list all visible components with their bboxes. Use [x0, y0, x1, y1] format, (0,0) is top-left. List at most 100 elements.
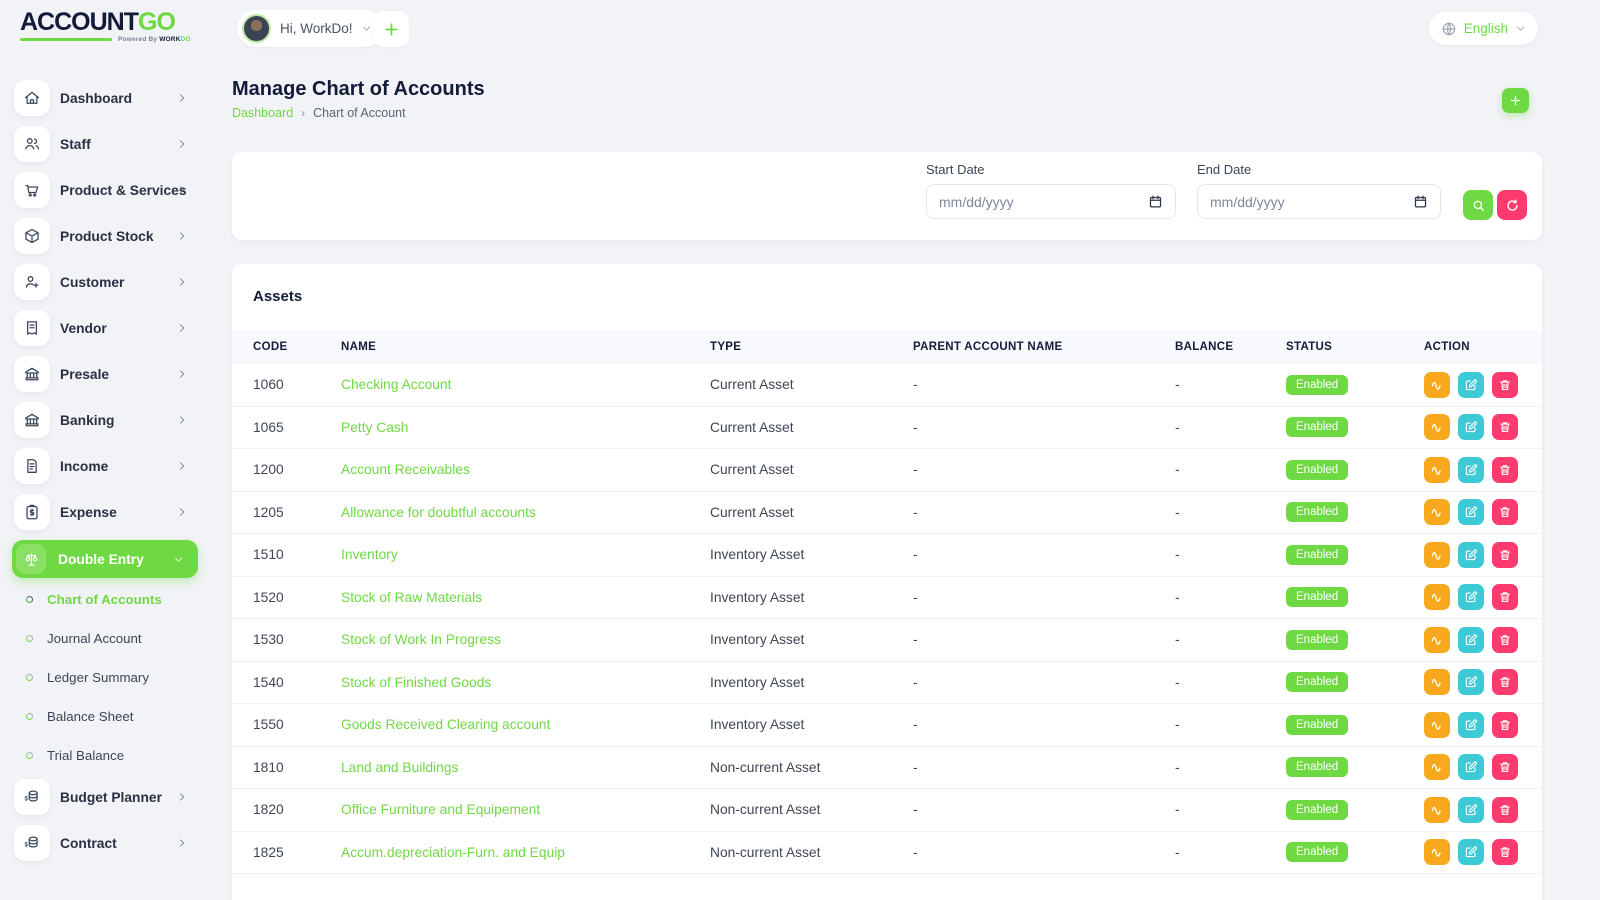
edit-button[interactable] [1458, 372, 1484, 398]
activity-wave-icon [1430, 845, 1444, 859]
edit-button[interactable] [1458, 754, 1484, 780]
transactions-button[interactable] [1424, 797, 1450, 823]
parent-account-name: - [913, 632, 1175, 647]
sidebar-item-dashboard[interactable]: Dashboard [14, 80, 212, 116]
account-name-link[interactable]: Stock of Work In Progress [341, 632, 710, 647]
language-selector[interactable]: English [1429, 12, 1538, 45]
sidebar-subitem-trial-balance[interactable]: Trial Balance [26, 740, 212, 770]
account-code: 1820 [253, 802, 341, 817]
account-name-link[interactable]: Petty Cash [341, 420, 710, 435]
logo-underline [20, 38, 112, 41]
edit-button[interactable] [1458, 797, 1484, 823]
account-name-link[interactable]: Inventory [341, 547, 710, 562]
edit-button[interactable] [1458, 584, 1484, 610]
transactions-button[interactable] [1424, 627, 1450, 653]
trash-icon [1498, 590, 1512, 604]
transactions-button[interactable] [1424, 457, 1450, 483]
filter-panel: Start Date mm/dd/yyyy End Date mm/dd/yyy… [232, 152, 1542, 240]
edit-button[interactable] [1458, 414, 1484, 440]
start-date-input[interactable]: mm/dd/yyyy [926, 184, 1176, 219]
delete-button[interactable] [1492, 627, 1518, 653]
sidebar-subitem-journal-account[interactable]: Journal Account [26, 623, 212, 653]
delete-button[interactable] [1492, 542, 1518, 568]
edit-button[interactable] [1458, 839, 1484, 865]
reset-button[interactable] [1497, 190, 1527, 220]
delete-button[interactable] [1492, 414, 1518, 440]
account-name-link[interactable]: Allowance for doubtful accounts [341, 505, 710, 520]
brand-logo[interactable]: ACCOUNTGO Powered By WORKDO [20, 9, 190, 43]
edit-button[interactable] [1458, 627, 1484, 653]
account-name-link[interactable]: Goods Received Clearing account [341, 717, 710, 732]
account-balance: - [1175, 717, 1286, 732]
transactions-button[interactable] [1424, 754, 1450, 780]
sidebar-item-product-stock[interactable]: Product Stock [14, 218, 212, 254]
delete-button[interactable] [1492, 457, 1518, 483]
parent-account-name: - [913, 420, 1175, 435]
row-actions [1424, 754, 1542, 780]
delete-button[interactable] [1492, 797, 1518, 823]
edit-button[interactable] [1458, 542, 1484, 568]
assets-table-body: 1060 Checking Account Current Asset - - … [232, 364, 1542, 874]
chevron-right-icon [177, 415, 187, 425]
edit-button[interactable] [1458, 669, 1484, 695]
account-name-link[interactable]: Land and Buildings [341, 760, 710, 775]
table-row: 1200 Account Receivables Current Asset -… [232, 449, 1542, 492]
activity-wave-icon [1430, 505, 1444, 519]
sidebar-item-product-services[interactable]: Product & Services [14, 172, 212, 208]
sidebar-item-customer[interactable]: Customer [14, 264, 212, 300]
sidebar-item-presale[interactable]: Presale [14, 356, 212, 392]
search-button[interactable] [1463, 190, 1493, 220]
sidebar-item-budget-planner[interactable]: $ Budget Planner [14, 779, 212, 815]
account-name-link[interactable]: Accum.depreciation-Furn. and Equip [341, 845, 710, 860]
edit-button[interactable] [1458, 499, 1484, 525]
delete-button[interactable] [1492, 499, 1518, 525]
sidebar-item-expense[interactable]: Expense [14, 494, 212, 530]
sidebar-item-banking[interactable]: Banking [14, 402, 212, 438]
account-name-link[interactable]: Account Receivables [341, 462, 710, 477]
transactions-button[interactable] [1424, 499, 1450, 525]
status-badge: Enabled [1286, 417, 1348, 437]
calendar-icon[interactable] [1148, 194, 1163, 209]
transactions-button[interactable] [1424, 712, 1450, 738]
account-name-link[interactable]: Stock of Raw Materials [341, 590, 710, 605]
transactions-button[interactable] [1424, 542, 1450, 568]
account-name-link[interactable]: Office Furniture and Equipement [341, 802, 710, 817]
delete-button[interactable] [1492, 669, 1518, 695]
chevron-right-icon [177, 139, 187, 149]
end-date-input[interactable]: mm/dd/yyyy [1197, 184, 1441, 219]
delete-button[interactable] [1492, 754, 1518, 780]
delete-button[interactable] [1492, 839, 1518, 865]
sidebar-subitem-balance-sheet[interactable]: Balance Sheet [26, 701, 212, 731]
sidebar-item-vendor[interactable]: Vendor [14, 310, 212, 346]
sidebar-subitem-chart-of-accounts[interactable]: Chart of Accounts [26, 584, 212, 614]
delete-button[interactable] [1492, 712, 1518, 738]
delete-button[interactable] [1492, 584, 1518, 610]
sidebar-item-income[interactable]: Income [14, 448, 212, 484]
account-type: Non-current Asset [710, 802, 913, 817]
parent-account-name: - [913, 717, 1175, 732]
edit-button[interactable] [1458, 457, 1484, 483]
calendar-icon[interactable] [1413, 194, 1428, 209]
breadcrumb-dashboard-link[interactable]: Dashboard [232, 106, 293, 120]
sidebar-item-staff[interactable]: Staff [14, 126, 212, 162]
transactions-button[interactable] [1424, 839, 1450, 865]
user-menu[interactable]: Hi, WorkDo! [237, 10, 384, 47]
sidebar-item-double-entry[interactable]: Double Entry [12, 540, 198, 578]
create-account-button[interactable] [1502, 88, 1529, 113]
edit-button[interactable] [1458, 712, 1484, 738]
account-name-link[interactable]: Checking Account [341, 377, 710, 392]
transactions-button[interactable] [1424, 372, 1450, 398]
sidebar-item-contract[interactable]: $ Contract [14, 825, 212, 861]
quick-add-button[interactable] [373, 11, 409, 47]
brand-name: ACCOUNTGO [20, 9, 190, 35]
delete-button[interactable] [1492, 372, 1518, 398]
account-name-link[interactable]: Stock of Finished Goods [341, 675, 710, 690]
account-code: 1825 [253, 845, 341, 860]
account-code: 1510 [253, 547, 341, 562]
transactions-button[interactable] [1424, 414, 1450, 440]
parent-account-name: - [913, 845, 1175, 860]
transactions-button[interactable] [1424, 669, 1450, 695]
transactions-button[interactable] [1424, 584, 1450, 610]
breadcrumb-separator: › [301, 106, 305, 120]
sidebar-subitem-ledger-summary[interactable]: Ledger Summary [26, 662, 212, 692]
